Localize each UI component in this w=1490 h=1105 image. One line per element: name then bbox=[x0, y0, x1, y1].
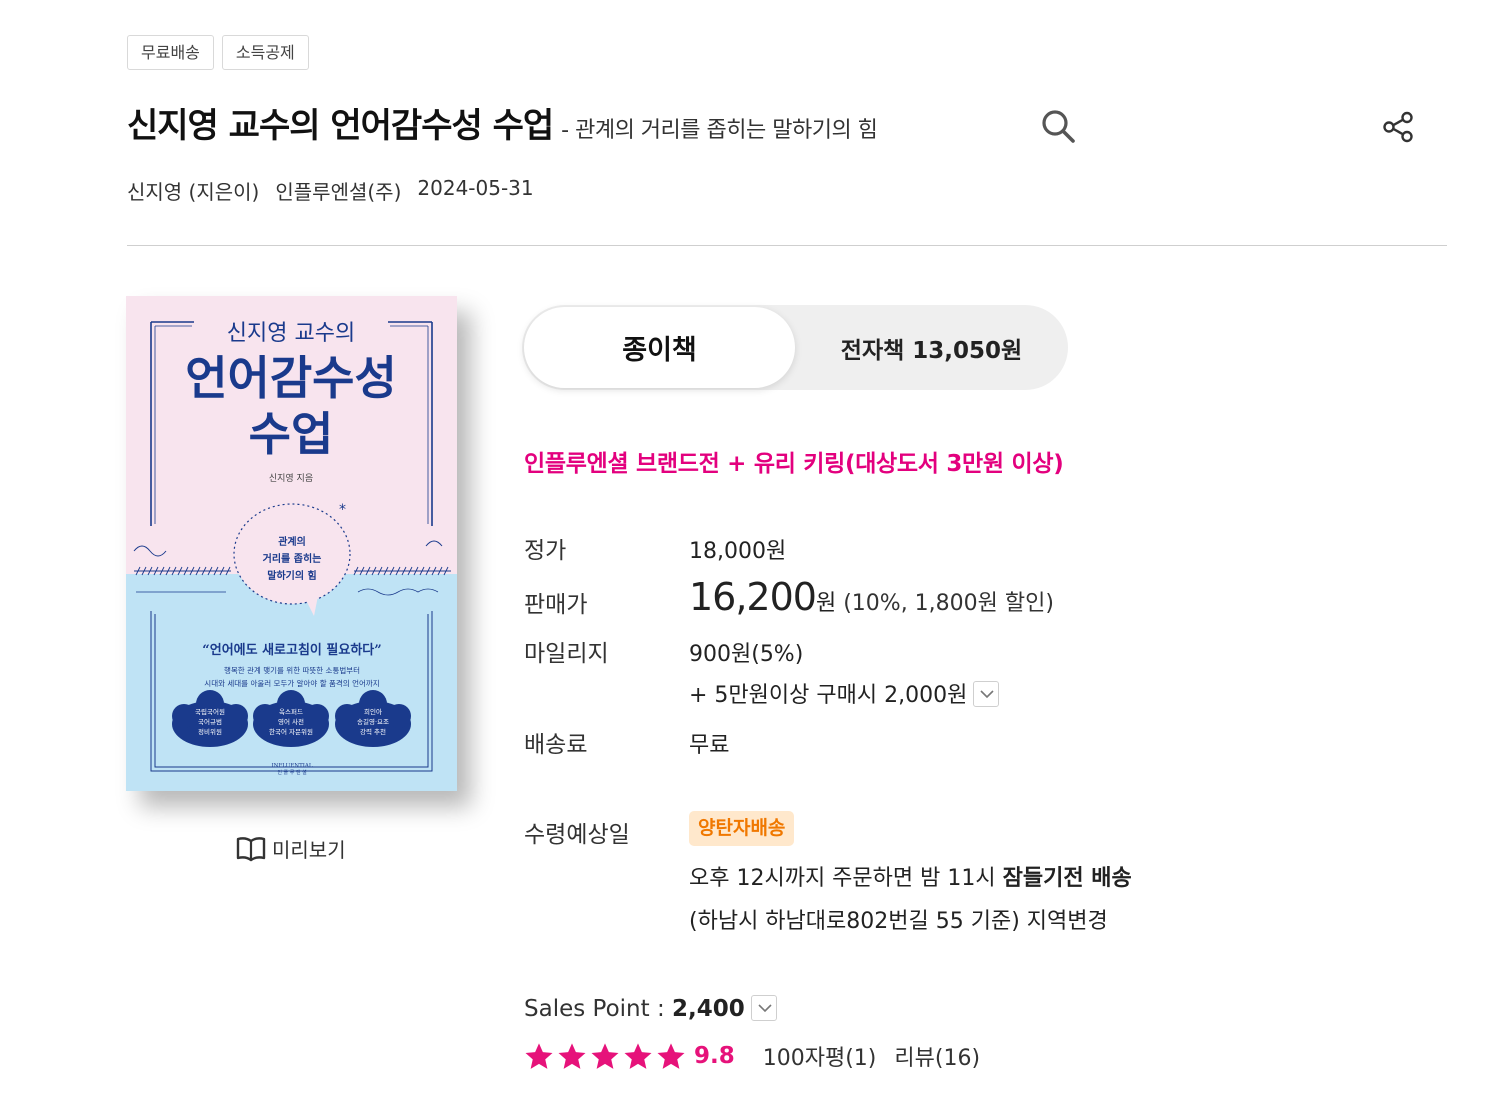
mileage-label: 마일리지 bbox=[524, 641, 609, 667]
chevron-down-icon bbox=[980, 690, 994, 699]
cover-badge1-line1: 국립국어원 bbox=[195, 707, 225, 716]
delivery-label: 수령예상일 bbox=[524, 822, 630, 848]
rating-row: 9.8 100자평(1) 리뷰(16) bbox=[524, 1040, 980, 1072]
delivery-location: (하남시 하남대로802번길 55 기준) 지역변경 bbox=[689, 903, 1108, 935]
open-book-icon bbox=[236, 836, 266, 861]
cover-badge2-line1: 옥스퍼드 bbox=[279, 707, 303, 716]
cover-author: 신지영 지음 bbox=[269, 473, 313, 484]
sales-point-label: Sales Point : bbox=[524, 996, 673, 1022]
cover-bubble-line3: 말하기의 힘 bbox=[267, 569, 316, 582]
book-meta: 신지영 (지은이) 인플루엔셜(주) 2024-05-31 bbox=[127, 176, 534, 205]
format-toggle: 종이책 전자책 13,050원 bbox=[522, 305, 1068, 390]
cover-quote: “언어에도 새로고침이 필요하다” bbox=[202, 642, 382, 658]
book-title-main: 신지영 교수의 언어감수성 수업 bbox=[127, 106, 554, 146]
cover-title-line1: 언어감수성 bbox=[185, 351, 397, 405]
sales-point: Sales Point : 2,400 bbox=[524, 994, 777, 1023]
shipping-label: 배송료 bbox=[524, 732, 588, 758]
svg-text:*: * bbox=[339, 502, 346, 518]
cover-publisher-en: INFLUENTIAL bbox=[271, 763, 312, 769]
sale-price-label: 판매가 bbox=[524, 592, 588, 618]
tag-tax-deduction: 소득공제 bbox=[221, 35, 309, 70]
preview-label: 미리보기 bbox=[272, 838, 346, 862]
rating-stars bbox=[524, 1042, 686, 1071]
preview-button[interactable]: 미리보기 bbox=[236, 834, 346, 863]
book-cover[interactable]: 신지영 교수의 언어감수성 수업 신지영 지음 * 관계의 거리를 좁히는 말하… bbox=[126, 296, 457, 791]
star-icon bbox=[624, 1042, 652, 1069]
cover-badge1-line2: 국어규범 bbox=[198, 717, 222, 726]
delivery-time-text: 오후 12시까지 주문하면 밤 11시 bbox=[689, 866, 1003, 891]
cover-badge2-line3: 한국어 자문위원 bbox=[269, 727, 313, 736]
chevron-down-icon bbox=[758, 1003, 772, 1012]
mileage-extra-text: + 5만원이상 구매시 2,000원 bbox=[689, 683, 968, 708]
mileage-extra: + 5만원이상 구매시 2,000원 bbox=[689, 677, 1000, 709]
tag-free-shipping: 무료배송 bbox=[127, 35, 214, 70]
cover-badge3-line3: 강력 추천 bbox=[360, 727, 386, 736]
list-price-label: 정가 bbox=[524, 538, 567, 564]
cover-bubble-line2: 거리를 좁히는 bbox=[263, 552, 322, 565]
shipping-value: 무료 bbox=[689, 733, 730, 758]
delivery-time: 오후 12시까지 주문하면 밤 11시 잠들기전 배송 bbox=[689, 860, 1132, 892]
change-region-link[interactable]: 지역변경 bbox=[1027, 909, 1108, 934]
sale-price-unit: 원 bbox=[815, 591, 837, 616]
cover-badge2-line2: 영어 사전 bbox=[278, 717, 304, 726]
mileage-dropdown-button[interactable] bbox=[973, 681, 1000, 707]
cover-bubble-line1: 관계의 bbox=[278, 535, 306, 548]
star-icon bbox=[558, 1042, 586, 1069]
publisher-link[interactable]: 인플루엔셜(주) bbox=[275, 176, 401, 205]
cover-publisher-ko: 인 플 루 엔 셜 bbox=[277, 769, 307, 776]
book-subtitle: - 관계의 거리를 좁히는 말하기의 힘 bbox=[561, 118, 878, 143]
cover-desc-line2: 시대와 세대를 아울러 모두가 알아야 할 품격의 언어까지 bbox=[204, 678, 379, 688]
author-link[interactable]: 신지영 (지은이) bbox=[127, 176, 259, 205]
share-icon[interactable] bbox=[1381, 110, 1415, 144]
star-icon bbox=[657, 1042, 685, 1069]
mileage-value: 900원(5%) bbox=[689, 642, 804, 667]
cover-desc-line1: 행복한 관계 맺기를 위한 따뜻한 소통법부터 bbox=[224, 665, 360, 675]
sales-point-dropdown-button[interactable] bbox=[750, 994, 777, 1021]
reviews-link[interactable]: 리뷰(16) bbox=[894, 1040, 980, 1072]
promo-link[interactable]: 인플루엔셜 브랜드전 + 유리 키링(대상도서 3만원 이상) bbox=[524, 444, 1064, 478]
divider bbox=[127, 245, 1447, 246]
list-price-value: 18,000원 bbox=[689, 539, 787, 564]
book-title: 신지영 교수의 언어감수성 수업 - 관계의 거리를 좁히는 말하기의 힘 bbox=[127, 98, 878, 147]
delivery-time-bold: 잠들기전 배송 bbox=[1002, 866, 1132, 891]
cover-badge3-line1: 희인아 bbox=[364, 707, 382, 716]
delivery-location-text: (하남시 하남대로802번길 55 기준) bbox=[689, 909, 1027, 934]
publish-date: 2024-05-31 bbox=[417, 176, 534, 200]
cover-top-text: 신지영 교수의 bbox=[227, 321, 355, 346]
delivery-badge: 양탄자배송 bbox=[689, 811, 795, 846]
rating-score: 9.8 bbox=[694, 1043, 735, 1069]
sale-discount: (10%, 1,800원 할인) bbox=[843, 591, 1054, 616]
sale-price-amount: 16,200 bbox=[689, 575, 817, 619]
short-reviews-link[interactable]: 100자평(1) bbox=[763, 1040, 877, 1072]
cover-badge1-line3: 정비위원 bbox=[198, 727, 222, 736]
star-icon bbox=[591, 1042, 619, 1069]
tag-list: 무료배송 소득공제 bbox=[127, 35, 309, 70]
search-icon[interactable] bbox=[1040, 108, 1076, 144]
cover-title-line2: 수업 bbox=[249, 407, 334, 461]
star-icon bbox=[525, 1042, 553, 1069]
tab-ebook[interactable]: 전자책 13,050원 bbox=[795, 305, 1068, 390]
cover-badge3-line2: 송길영·요조 bbox=[357, 717, 389, 726]
sale-price: 16,200원 (10%, 1,800원 할인) bbox=[689, 575, 1054, 619]
tab-paper-book[interactable]: 종이책 bbox=[524, 307, 795, 388]
sales-point-value: 2,400 bbox=[672, 996, 745, 1022]
